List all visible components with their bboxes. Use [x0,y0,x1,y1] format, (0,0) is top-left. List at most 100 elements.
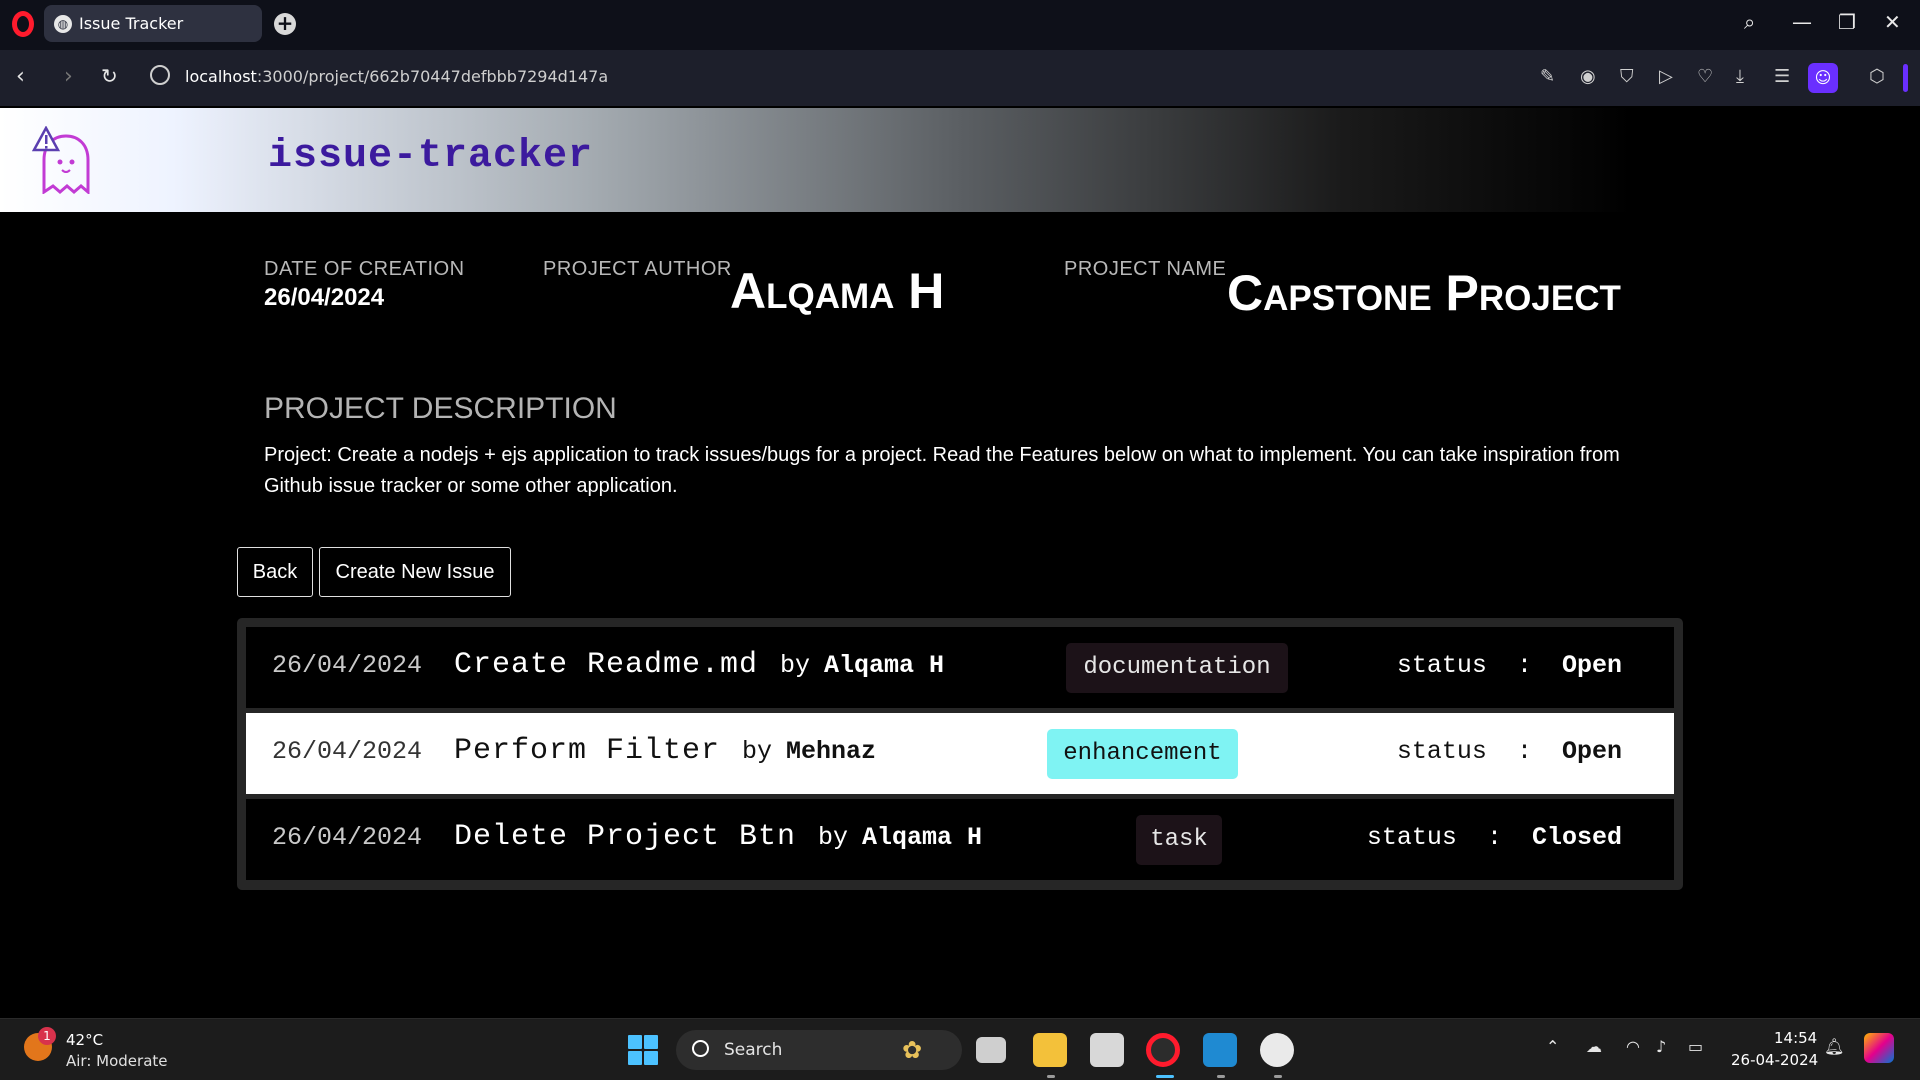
url-field[interactable]: localhost:3000/project/662b70447defbbb72… [185,67,608,86]
weather-notification-badge: 1 [38,1027,56,1045]
search-icon [692,1040,709,1057]
copilot-icon[interactable] [1864,1033,1894,1063]
issue-row[interactable]: 26/04/2024 Perform Filter by Mehnaz enha… [246,713,1674,794]
close-window-icon[interactable]: ✕ [1884,10,1901,34]
address-bar-row: ‹ › ↻ localhost:3000/project/662b70447de… [0,50,1920,106]
running-indicator [1274,1075,1282,1078]
issue-date: 26/04/2024 [272,737,423,766]
description-text: Project: Create a nodejs + ejs applicati… [264,444,1620,497]
create-new-issue-button[interactable]: Create New Issue [319,547,511,597]
status-value: Open [1561,651,1622,680]
url-path: :3000/project/662b70447defbbb7294d147a [256,67,609,86]
weather-description[interactable]: Air: Moderate [66,1052,168,1070]
easy-setup-icon[interactable]: ☰ [1774,66,1790,87]
sidebar-accent [1903,64,1908,92]
issue-by: by [818,823,849,852]
status-value: Closed [1531,823,1622,852]
new-tab-button[interactable]: + [274,13,296,35]
url-host: localhost [185,67,257,86]
heart-icon[interactable]: ♡ [1697,66,1713,87]
site-info-icon[interactable] [150,65,170,85]
profile-icon[interactable]: ☺ [1808,63,1838,93]
extensions-cube-icon[interactable]: ⬡ [1869,66,1885,87]
opera-logo-icon[interactable] [12,11,34,37]
tab-title: Issue Tracker [79,14,184,33]
page-content: issue-tracker DATE OF CREATION 26/04/202… [0,106,1920,1018]
issue-author: Alqama H [824,651,945,680]
issue-label-badge[interactable]: enhancement [1047,729,1238,779]
restore-icon[interactable]: ❐ [1838,10,1856,34]
description-title: PROJECT DESCRIPTION [264,392,617,425]
vscode-icon[interactable] [1203,1033,1237,1067]
app-header: issue-tracker [0,108,1920,212]
issue-title[interactable]: Delete Project Btn [454,820,796,854]
issue-date: 26/04/2024 [272,823,423,852]
issue-status: status : Open [1397,737,1622,766]
author-value: Alqama H [730,263,945,319]
tray-overflow-icon[interactable]: ⌃ [1546,1037,1559,1056]
issue-status: status : Closed [1367,823,1622,852]
date-value: 26/04/2024 [264,284,385,311]
taskbar-search-box[interactable]: Search ✿ [676,1030,962,1070]
issue-status: status : Open [1397,651,1622,680]
wifi-icon[interactable]: ◠ [1626,1037,1640,1056]
search-placeholder: Search [724,1040,783,1060]
reload-icon[interactable]: ↻ [101,64,118,88]
status-separator: : [1486,823,1502,852]
running-indicator [1047,1075,1055,1078]
issue-row[interactable]: 26/04/2024 Delete Project Btn by Alqama … [246,799,1674,880]
app-title[interactable]: issue-tracker [268,134,593,179]
status-word: status [1396,651,1487,680]
running-indicator [1217,1075,1225,1078]
forward-nav-icon[interactable]: › [64,64,73,89]
weather-temperature[interactable]: 42°C [66,1031,103,1049]
opera-browser-icon[interactable] [1146,1033,1180,1067]
minimize-icon[interactable]: — [1792,10,1812,34]
mongodb-compass-icon[interactable] [1260,1033,1294,1067]
browser-tab-bar: ◍ Issue Tracker + ⌕ — ❐ ✕ [0,0,1920,50]
active-indicator [1156,1075,1174,1078]
project-name-value: Capstone Project [1227,265,1621,321]
globe-icon: ◍ [54,15,72,33]
issue-label-badge[interactable]: task [1136,815,1222,865]
clock-time[interactable]: 14:54 [1774,1029,1817,1047]
notification-bell-icon[interactable]: 🔔︎ [1824,1037,1844,1056]
issue-by: by [780,651,811,680]
back-nav-icon[interactable]: ‹ [16,64,25,89]
date-label: DATE OF CREATION [264,258,465,280]
search-highlight-icon: ✿ [902,1036,923,1064]
windows-start-icon[interactable] [628,1035,658,1065]
task-view-icon[interactable] [976,1037,1006,1063]
volume-icon[interactable]: ♪ [1656,1037,1666,1056]
camera-icon[interactable]: ◉ [1580,66,1596,87]
issue-title[interactable]: Perform Filter [454,734,720,768]
download-icon[interactable]: ⤓ [1736,66,1744,87]
status-separator: : [1516,737,1532,766]
onedrive-icon[interactable]: ☁ [1586,1037,1602,1056]
issue-author: Mehnaz [786,737,877,766]
status-word: status [1396,737,1487,766]
project-name-label: PROJECT NAME [1064,258,1227,280]
issue-row[interactable]: 26/04/2024 Create Readme.md by Alqama H … [246,627,1674,708]
issue-date: 26/04/2024 [272,651,423,680]
issue-title[interactable]: Create Readme.md [454,648,758,682]
issue-list: 26/04/2024 Create Readme.md by Alqama H … [237,618,1683,890]
issue-author: Alqama H [862,823,983,852]
status-separator: : [1516,651,1532,680]
shield-icon[interactable]: ⛉ [1620,66,1634,87]
battery-icon[interactable]: ▭ [1688,1037,1703,1056]
search-tabs-icon[interactable]: ⌕ [1744,10,1755,34]
status-value: Open [1561,737,1622,766]
player-icon[interactable]: ▷ [1659,66,1673,87]
issue-by: by [742,737,773,766]
clock-date[interactable]: 26-04-2024 [1731,1051,1818,1069]
issue-label-badge[interactable]: documentation [1066,643,1288,693]
back-button[interactable]: Back [237,547,313,597]
browser-tab[interactable]: ◍ Issue Tracker [44,5,262,42]
author-label: PROJECT AUTHOR [543,258,732,280]
snapshot-edit-icon[interactable]: ✎ [1540,66,1555,87]
ghost-warning-logo-icon[interactable] [32,126,94,194]
file-explorer-icon[interactable] [1033,1033,1067,1067]
windows-taskbar: 1 42°C Air: Moderate Search ✿ ⌃ ☁ ◠ ♪ ▭ … [0,1018,1920,1080]
notes-app-icon[interactable] [1090,1033,1124,1067]
